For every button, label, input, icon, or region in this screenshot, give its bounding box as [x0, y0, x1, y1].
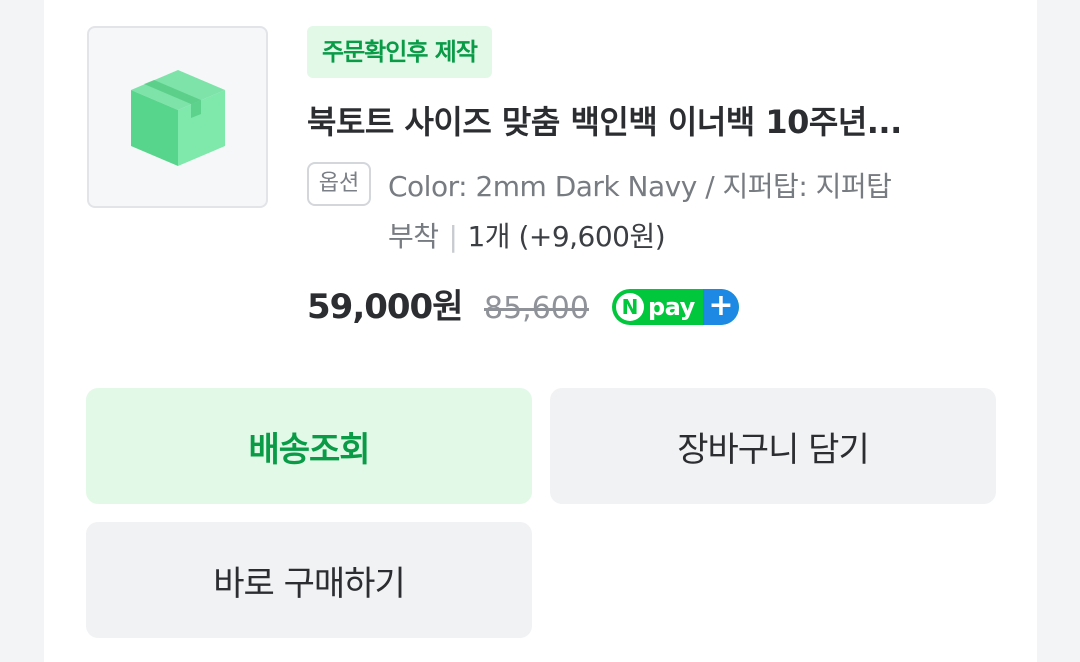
option-tag: 옵션: [307, 162, 371, 206]
original-price: 85,600: [484, 291, 589, 326]
add-to-cart-button[interactable]: 장바구니 담기: [550, 388, 996, 504]
quantity-text: 1개 (+9,600원): [467, 220, 666, 253]
plus-icon: +: [703, 289, 739, 325]
npay-n-icon: N: [616, 293, 644, 321]
track-shipping-button[interactable]: 배송조회: [86, 388, 532, 504]
sale-price: 59,000원: [307, 287, 463, 327]
option-line-2: 부착: [388, 220, 439, 253]
box-icon: [131, 70, 225, 166]
npay-label: pay: [648, 293, 695, 321]
option-line-2-row: 부착 | 1개 (+9,600원): [388, 212, 988, 262]
option-separator: |: [448, 220, 458, 253]
option-line-1: Color: 2mm Dark Navy / 지퍼탑: 지퍼탑: [388, 170, 892, 203]
buy-now-button[interactable]: 바로 구매하기: [86, 522, 532, 638]
product-thumbnail[interactable]: [87, 26, 268, 208]
npay-plus-badge: N pay +: [612, 289, 739, 325]
made-to-order-badge: 주문확인후 제작: [307, 26, 492, 78]
option-details: Color: 2mm Dark Navy / 지퍼탑: 지퍼탑 부착 | 1개 (+…: [388, 162, 988, 262]
product-title[interactable]: 북토트 사이즈 맞춤 백인백 이너백 10주년...: [307, 96, 1007, 148]
